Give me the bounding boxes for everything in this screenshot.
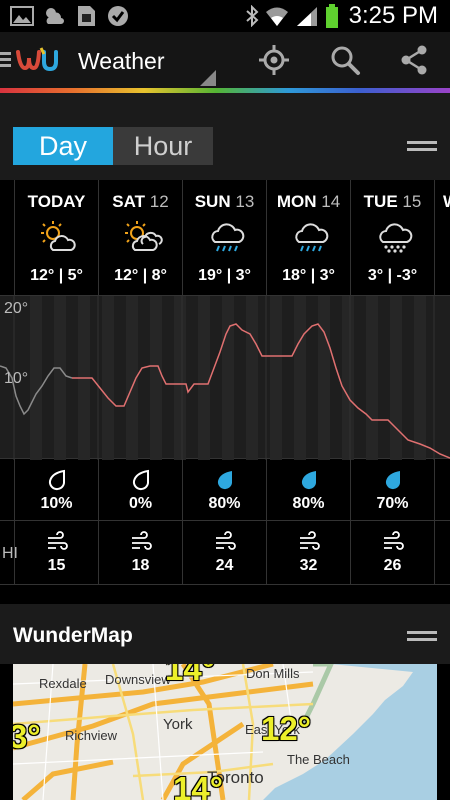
rain-cloud-icon [295,223,329,252]
precip-value: 0% [128,495,153,512]
forecast-options-menu-icon[interactable] [407,141,437,153]
weather-notification-icon [46,8,64,24]
forecast-panel[interactable]: TODAY 12° | 5° SAT 12 12° | 8° SUN 13 19… [0,180,450,585]
tab-day[interactable]: Day [13,127,113,165]
day-label: TUE 15 [363,192,422,211]
precip-cell-today[interactable]: 10% [14,459,98,520]
raindrop-filled-icon [217,471,232,490]
wind-cell-tue[interactable]: 26 [350,521,434,584]
precip-value: 70% [376,495,409,512]
day-column-mon[interactable]: MON 14 18° | 3° [266,180,350,295]
wundermap-options-menu-icon[interactable] [407,631,437,643]
day-temps: 3° | -3° [367,267,418,284]
search-icon[interactable] [329,44,361,76]
precip-value: 10% [40,495,73,512]
partly-sunny-icon [125,221,163,251]
day-label: SUN 13 [194,192,255,211]
locate-crosshair-icon[interactable] [258,44,290,76]
wind-value: 15 [47,557,66,574]
wind-cell-wed[interactable] [434,521,450,584]
day-column-wed[interactable]: W [434,180,450,295]
share-icon[interactable] [398,44,430,76]
graph-y-label-top: 20° [4,300,29,317]
action-bar: Weather [0,32,450,90]
day-label: TODAY [27,192,86,211]
wind-cell-sat[interactable]: 18 [98,521,182,584]
day-column-tue[interactable]: TUE 15 3° | -3° [350,180,434,295]
raindrop-outline-icon [48,469,65,491]
map-label-don-mills: Don Mills [246,666,300,681]
wind-icon [300,531,320,550]
wind-cell-today[interactable]: 15 [14,521,98,584]
wundermap-map[interactable]: Rexdale Downsview Don Mills Richview Yor… [13,664,437,800]
wundermap-title: WunderMap [13,624,133,647]
precipitation-row: 10% 0% 80% 80% 70% [0,459,450,521]
sim-card-icon [78,6,95,26]
map-temp-label: 12° [261,710,311,747]
day-label: W [443,192,450,212]
wind-value: 24 [215,557,234,574]
day-column-sat[interactable]: SAT 12 12° | 8° [98,180,182,295]
day-temps: 12° | 5° [30,267,83,284]
wind-value: 18 [131,557,150,574]
rain-cloud-icon [211,223,245,252]
day-temps: 12° | 8° [114,267,167,284]
day-temps: 18° | 3° [282,267,335,284]
day-column-sun[interactable]: SUN 13 19° | 3° [182,180,266,295]
clock: 3:25 PM [348,2,438,29]
day-label: SAT 12 [112,192,169,211]
gallery-notification-icon [10,6,34,26]
app-title[interactable]: Weather [78,48,165,75]
precip-value: 80% [292,495,325,512]
wind-icon [132,531,152,550]
map-temp-label: 3° [13,718,41,755]
precip-cell-sat[interactable]: 0% [98,459,182,520]
map-label-the-beach: The Beach [287,752,350,767]
check-circle-icon [108,6,128,26]
forecast-mode-tabs: Day Hour [0,93,450,180]
snow-cloud-icon [379,223,413,253]
signal-strength-icon [296,7,317,26]
drawer-menu-icon[interactable] [0,52,12,68]
bluetooth-icon [245,5,259,27]
wind-cell-sun[interactable]: 24 [182,521,266,584]
raindrop-outline-icon [132,469,149,491]
map-label-downsview: Downsview [105,672,171,687]
dropdown-indicator-icon[interactable] [200,70,216,86]
wind-value: 32 [299,557,318,574]
wind-icon [216,531,236,550]
day-temps: 19° | 3° [198,267,251,284]
wind-cell-mon[interactable]: 32 [266,521,350,584]
status-bar: 3:25 PM [0,0,450,32]
wind-value: 26 [383,557,402,574]
day-column-today[interactable]: TODAY 12° | 5° [14,180,98,295]
map-label-rexdale: Rexdale [39,676,87,691]
partly-sunny-icon [41,221,76,251]
map-temp-label: 14° [165,664,215,687]
temperature-graph: 20° 10° [0,295,450,460]
precip-cell-wed[interactable] [434,459,450,520]
raindrop-filled-icon [301,471,316,490]
temperature-graph-canvas [0,296,450,460]
graph-y-label-mid: 10° [4,370,29,387]
precip-cell-mon[interactable]: 80% [266,459,350,520]
map-label-richview: Richview [65,728,118,743]
day-label: MON 14 [276,192,341,211]
wind-icon [384,531,404,550]
tab-hour[interactable]: Hour [113,127,213,165]
precip-cell-tue[interactable]: 70% [350,459,434,520]
map-temp-label: 14° [173,770,223,800]
wifi-icon [265,7,288,26]
map-label-york: York [163,716,193,733]
wunderground-logo-icon[interactable] [14,46,60,76]
wind-icon [48,531,68,550]
precip-cell-sun[interactable]: 80% [182,459,266,520]
battery-icon [325,4,338,28]
wundermap-header: WunderMap [0,604,450,664]
raindrop-filled-icon [385,471,400,490]
precip-value: 80% [208,495,241,512]
wind-row: HI 15 18 24 32 26 [0,521,450,585]
